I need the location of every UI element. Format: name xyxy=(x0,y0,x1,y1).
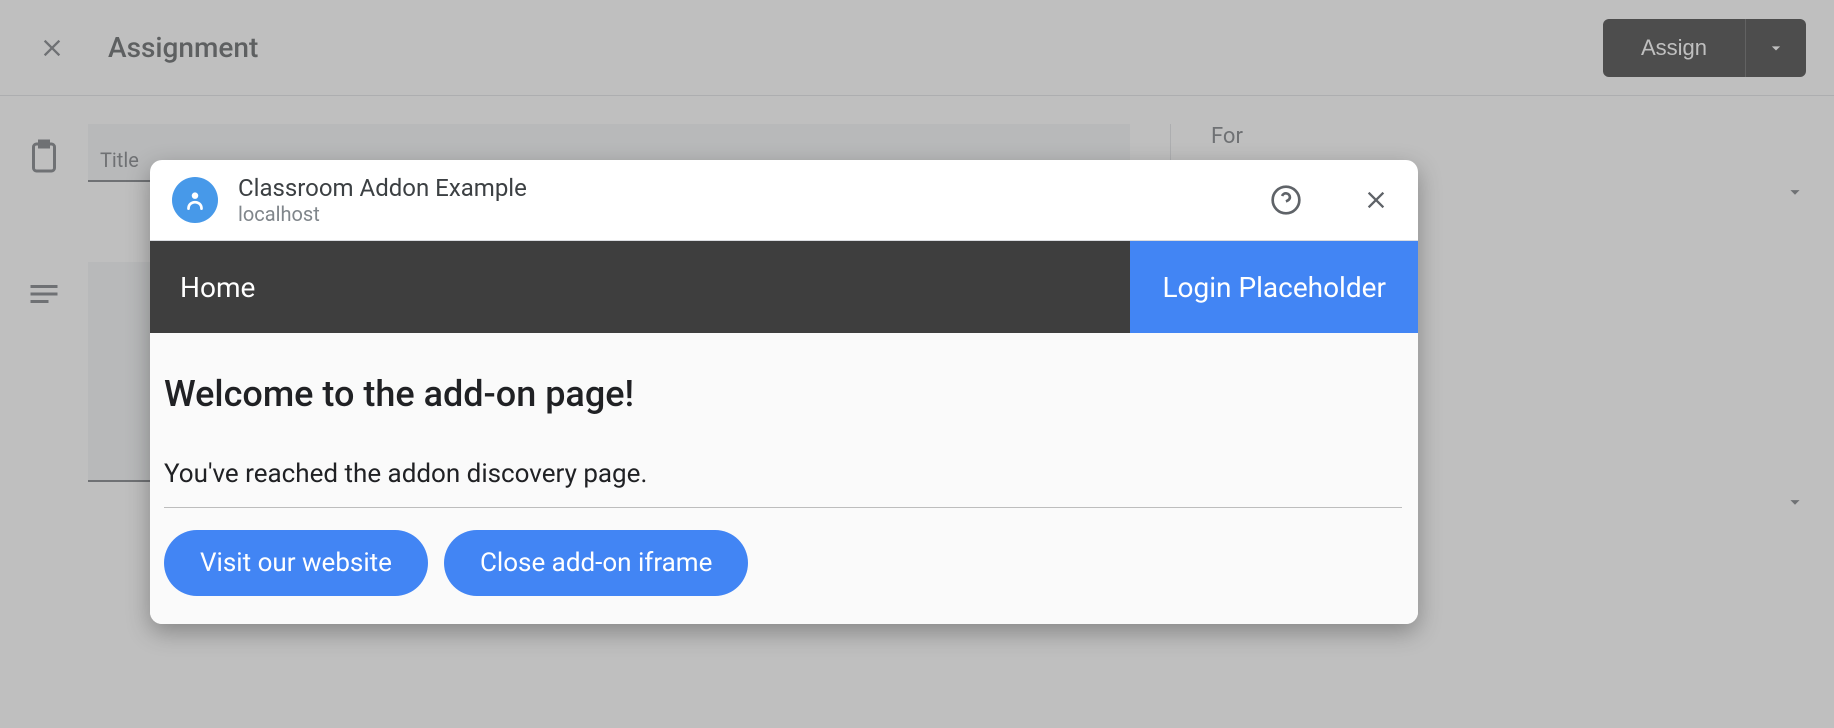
modal-title: Classroom Addon Example xyxy=(238,174,1246,202)
action-buttons: Visit our website Close add-on iframe xyxy=(164,530,1402,596)
addon-modal: Classroom Addon Example localhost Home L… xyxy=(150,160,1418,624)
addon-content: Welcome to the add-on page! You've reach… xyxy=(150,333,1418,596)
addon-nav: Home Login Placeholder xyxy=(150,241,1418,333)
nav-home-tab[interactable]: Home xyxy=(150,241,1130,333)
visit-website-button[interactable]: Visit our website xyxy=(164,530,428,596)
modal-header: Classroom Addon Example localhost xyxy=(150,160,1418,240)
modal-title-group: Classroom Addon Example localhost xyxy=(238,174,1246,226)
modal-body: Home Login Placeholder Welcome to the ad… xyxy=(150,240,1418,624)
close-icon[interactable] xyxy=(1356,180,1396,220)
modal-header-actions xyxy=(1266,180,1396,220)
addon-icon xyxy=(172,177,218,223)
help-icon[interactable] xyxy=(1266,180,1306,220)
nav-login-tab[interactable]: Login Placeholder xyxy=(1130,241,1418,333)
welcome-text: You've reached the addon discovery page. xyxy=(164,459,1402,508)
close-iframe-button[interactable]: Close add-on iframe xyxy=(444,530,748,596)
modal-subtitle: localhost xyxy=(238,202,1246,226)
welcome-heading: Welcome to the add-on page! xyxy=(164,373,1402,415)
